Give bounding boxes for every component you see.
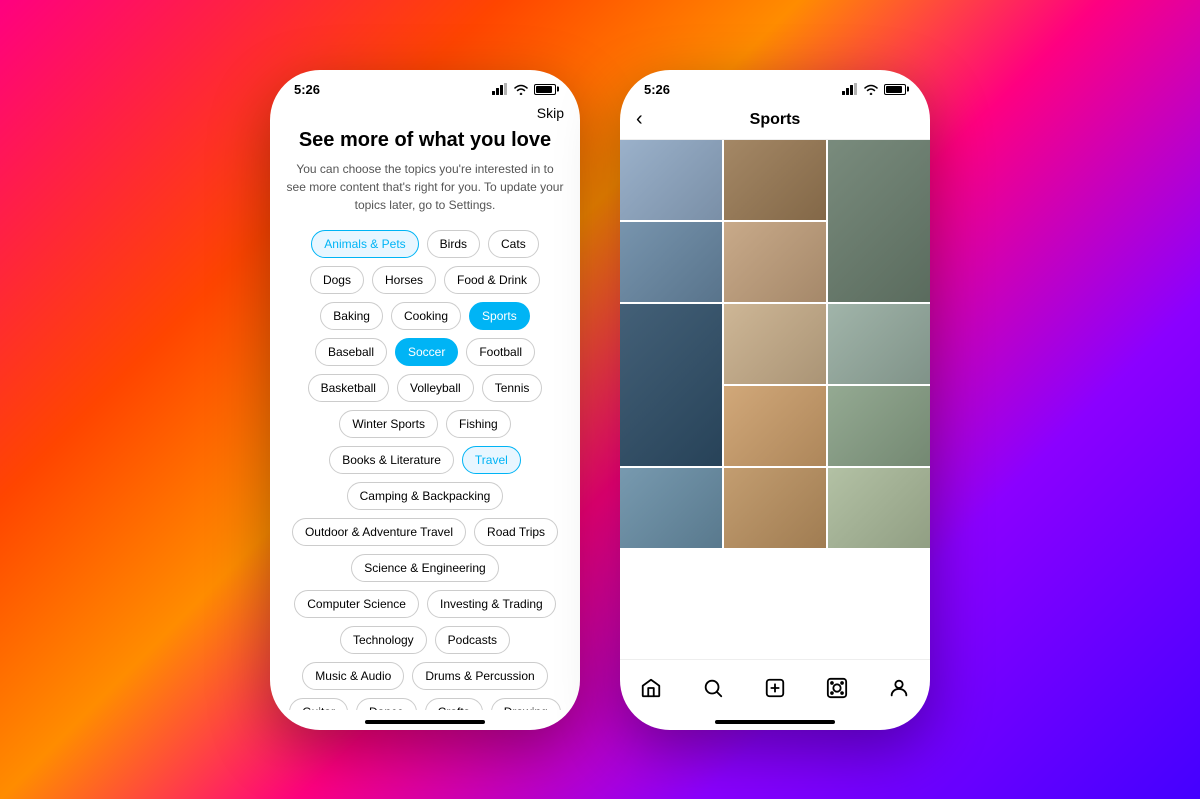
topic-tag-31[interactable]: Crafts [425,698,483,710]
topic-tag-2[interactable]: Cats [488,230,539,258]
topic-tag-3[interactable]: Dogs [310,266,364,294]
grid-cell-2[interactable] [828,140,930,302]
grid-cell-4[interactable] [724,222,826,302]
grid-cell-5[interactable] [620,304,722,466]
time-display-1: 5:26 [294,82,320,97]
topics-header: See more of what you love You can choose… [286,129,564,214]
skip-button[interactable]: Skip [286,101,564,129]
topic-tag-32[interactable]: Drawing [491,698,561,710]
battery-icon-2 [884,84,906,95]
wifi-icon [513,83,529,95]
home-indicator-1 [365,720,485,724]
topic-tag-1[interactable]: Birds [427,230,480,258]
profile-nav-icon[interactable] [881,670,917,706]
topic-tag-5[interactable]: Food & Drink [444,266,540,294]
topic-tag-14[interactable]: Tennis [482,374,543,402]
topic-tag-28[interactable]: Drums & Percussion [412,662,547,690]
add-nav-icon[interactable] [757,670,793,706]
grid-cell-10[interactable] [620,468,722,548]
bottom-bar-2 [620,710,930,730]
topic-tag-18[interactable]: Travel [462,446,521,474]
topic-tag-23[interactable]: Computer Science [294,590,419,618]
status-icons-2 [842,83,906,95]
bottom-bar-1 [270,710,580,730]
phone-topics: 5:26 Skip See more of what yo [270,70,580,730]
topics-title: See more of what you love [286,129,564,152]
signal-icon-2 [842,83,858,95]
topics-content: Skip See more of what you love You can c… [270,101,580,710]
status-bar-2: 5:26 [620,70,930,101]
battery-icon-1 [534,84,556,95]
wifi-icon-2 [863,83,879,95]
photo-grid [620,140,930,548]
topic-tag-16[interactable]: Fishing [446,410,511,438]
grid-cell-11[interactable] [724,468,826,548]
bottom-nav [620,659,930,710]
grid-cell-9[interactable] [828,386,930,466]
topics-subtitle: You can choose the topics you're interes… [286,160,564,214]
photo-grid-container [620,140,930,659]
feed-header: ‹ Sports [620,101,930,140]
topic-tag-19[interactable]: Camping & Backpacking [347,482,504,510]
reels-nav-icon[interactable] [819,670,855,706]
topic-tag-15[interactable]: Winter Sports [339,410,438,438]
feed-title: Sports [636,111,914,129]
grid-cell-3[interactable] [620,222,722,302]
topic-tag-4[interactable]: Horses [372,266,436,294]
home-indicator-2 [715,720,835,724]
grid-cell-12[interactable] [828,468,930,548]
topic-tag-25[interactable]: Technology [340,626,427,654]
phone-feed: 5:26 ‹ Sports [620,70,930,730]
topic-tag-27[interactable]: Music & Audio [302,662,404,690]
back-button[interactable]: ‹ [636,108,643,131]
topic-tag-0[interactable]: Animals & Pets [311,230,418,258]
topic-tag-12[interactable]: Basketball [308,374,389,402]
grid-cell-8[interactable] [724,386,826,466]
home-nav-icon[interactable] [633,670,669,706]
status-icons-1 [492,83,556,95]
topic-tag-21[interactable]: Road Trips [474,518,558,546]
status-bar-1: 5:26 [270,70,580,101]
topic-tag-11[interactable]: Football [466,338,535,366]
topic-tag-26[interactable]: Podcasts [435,626,510,654]
topic-tag-17[interactable]: Books & Literature [329,446,454,474]
topic-tag-9[interactable]: Baseball [315,338,387,366]
topic-tag-6[interactable]: Baking [320,302,383,330]
grid-cell-7[interactable] [828,304,930,384]
grid-cell-6[interactable] [724,304,826,384]
grid-cell-1[interactable] [724,140,826,220]
topic-tag-22[interactable]: Science & Engineering [351,554,498,582]
time-display-2: 5:26 [644,82,670,97]
grid-cell-0[interactable] [620,140,722,220]
signal-icon [492,83,508,95]
topic-tag-13[interactable]: Volleyball [397,374,474,402]
topic-tag-10[interactable]: Soccer [395,338,458,366]
search-nav-icon[interactable] [695,670,731,706]
topic-tag-8[interactable]: Sports [469,302,530,330]
topic-tag-7[interactable]: Cooking [391,302,461,330]
topic-tag-24[interactable]: Investing & Trading [427,590,556,618]
tags-container: Animals & Pets Birds Cats Dogs Horses Food & … [286,230,564,710]
topic-tag-29[interactable]: Guitar [289,698,348,710]
topic-tag-20[interactable]: Outdoor & Adventure Travel [292,518,466,546]
topic-tag-30[interactable]: Dance [356,698,417,710]
